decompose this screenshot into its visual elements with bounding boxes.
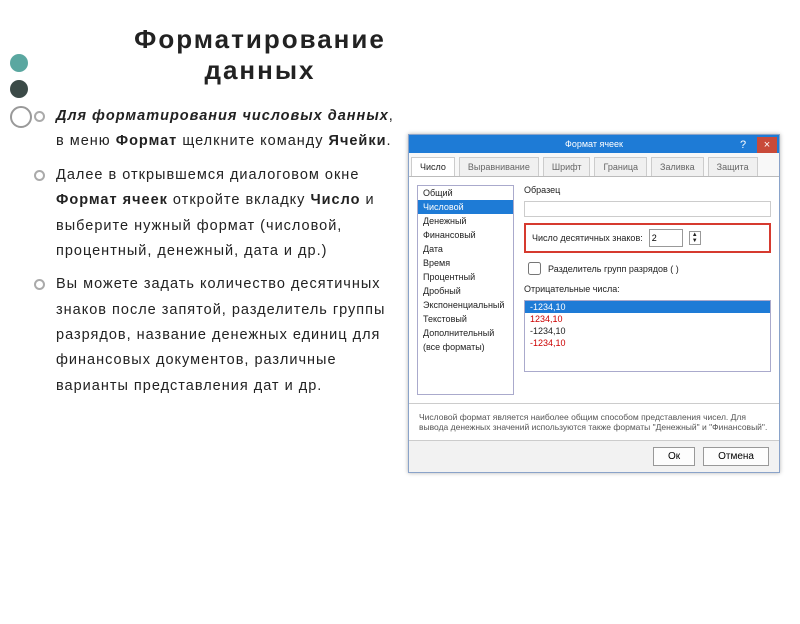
format-option[interactable]: Дата: [418, 242, 513, 256]
dialog-title-text: Формат ячеек: [565, 139, 623, 149]
format-option[interactable]: Числовой: [418, 200, 513, 214]
decimal-places-input[interactable]: [649, 229, 683, 247]
tab-граница[interactable]: Граница: [594, 157, 647, 176]
dialog-titlebar: Формат ячеек ? ×: [409, 135, 779, 153]
format-option[interactable]: Дробный: [418, 284, 513, 298]
tab-шрифт[interactable]: Шрифт: [543, 157, 591, 176]
tab-защита[interactable]: Защита: [708, 157, 758, 176]
sample-box: [524, 201, 771, 217]
negative-numbers-list[interactable]: -1234,101234,10-1234,10-1234,10: [524, 300, 771, 372]
decimal-places-label: Число десятичных знаков:: [532, 233, 643, 243]
dialog-button-row: Ок Отмена: [409, 440, 779, 472]
tab-выравнивание[interactable]: Выравнивание: [459, 157, 539, 176]
thousands-separator-input[interactable]: [528, 262, 541, 275]
decor-dot-dark: [10, 80, 28, 98]
thousands-separator-label: Разделитель групп разрядов ( ): [548, 264, 679, 274]
format-hint: Числовой формат является наиболее общим …: [409, 403, 779, 440]
format-option[interactable]: Дополнительный: [418, 326, 513, 340]
decor-dot-outline: [10, 106, 32, 128]
format-option[interactable]: Время: [418, 256, 513, 270]
ok-button[interactable]: Ок: [653, 447, 695, 466]
help-button[interactable]: ?: [733, 137, 753, 153]
format-cells-dialog: Формат ячеек ? × ЧислоВыравниваниеШрифтГ…: [408, 134, 780, 473]
negative-option[interactable]: -1234,10: [525, 301, 770, 313]
slide-decor: [10, 54, 32, 128]
format-option[interactable]: Экспоненциальный: [418, 298, 513, 312]
number-format-list[interactable]: ОбщийЧисловойДенежныйФинансовыйДатаВремя…: [417, 185, 514, 395]
tab-число[interactable]: Число: [411, 157, 455, 176]
bullet-item: Вы можете задать количество десятичных з…: [40, 272, 395, 399]
format-option[interactable]: (все форматы): [418, 340, 513, 354]
decimal-places-group: Число десятичных знаков: ▲▼: [524, 223, 771, 253]
decimal-spinner[interactable]: ▲▼: [689, 231, 701, 245]
cancel-button[interactable]: Отмена: [703, 447, 769, 466]
format-option[interactable]: Процентный: [418, 270, 513, 284]
negative-option[interactable]: -1234,10: [525, 325, 770, 337]
close-button[interactable]: ×: [757, 137, 777, 153]
bullet-item: Для форматирования числовых данных, в ме…: [40, 104, 395, 155]
decor-dot-teal: [10, 54, 28, 72]
format-option[interactable]: Текстовый: [418, 312, 513, 326]
dialog-tabs: ЧислоВыравниваниеШрифтГраницаЗаливкаЗащи…: [409, 153, 779, 177]
thousands-separator-checkbox[interactable]: Разделитель групп разрядов ( ): [524, 259, 771, 278]
negative-option[interactable]: -1234,10: [525, 337, 770, 349]
format-option[interactable]: Финансовый: [418, 228, 513, 242]
body-text: Для форматирования числовых данных, в ме…: [40, 104, 395, 407]
bullet-item: Далее в открывшемся диалоговом окне Форм…: [40, 163, 395, 265]
sample-label: Образец: [524, 185, 771, 195]
page-title: Форматирование данных: [90, 24, 430, 86]
format-option[interactable]: Общий: [418, 186, 513, 200]
negative-option[interactable]: 1234,10: [525, 313, 770, 325]
format-option[interactable]: Денежный: [418, 214, 513, 228]
negative-numbers-label: Отрицательные числа:: [524, 284, 771, 294]
tab-заливка[interactable]: Заливка: [651, 157, 704, 176]
